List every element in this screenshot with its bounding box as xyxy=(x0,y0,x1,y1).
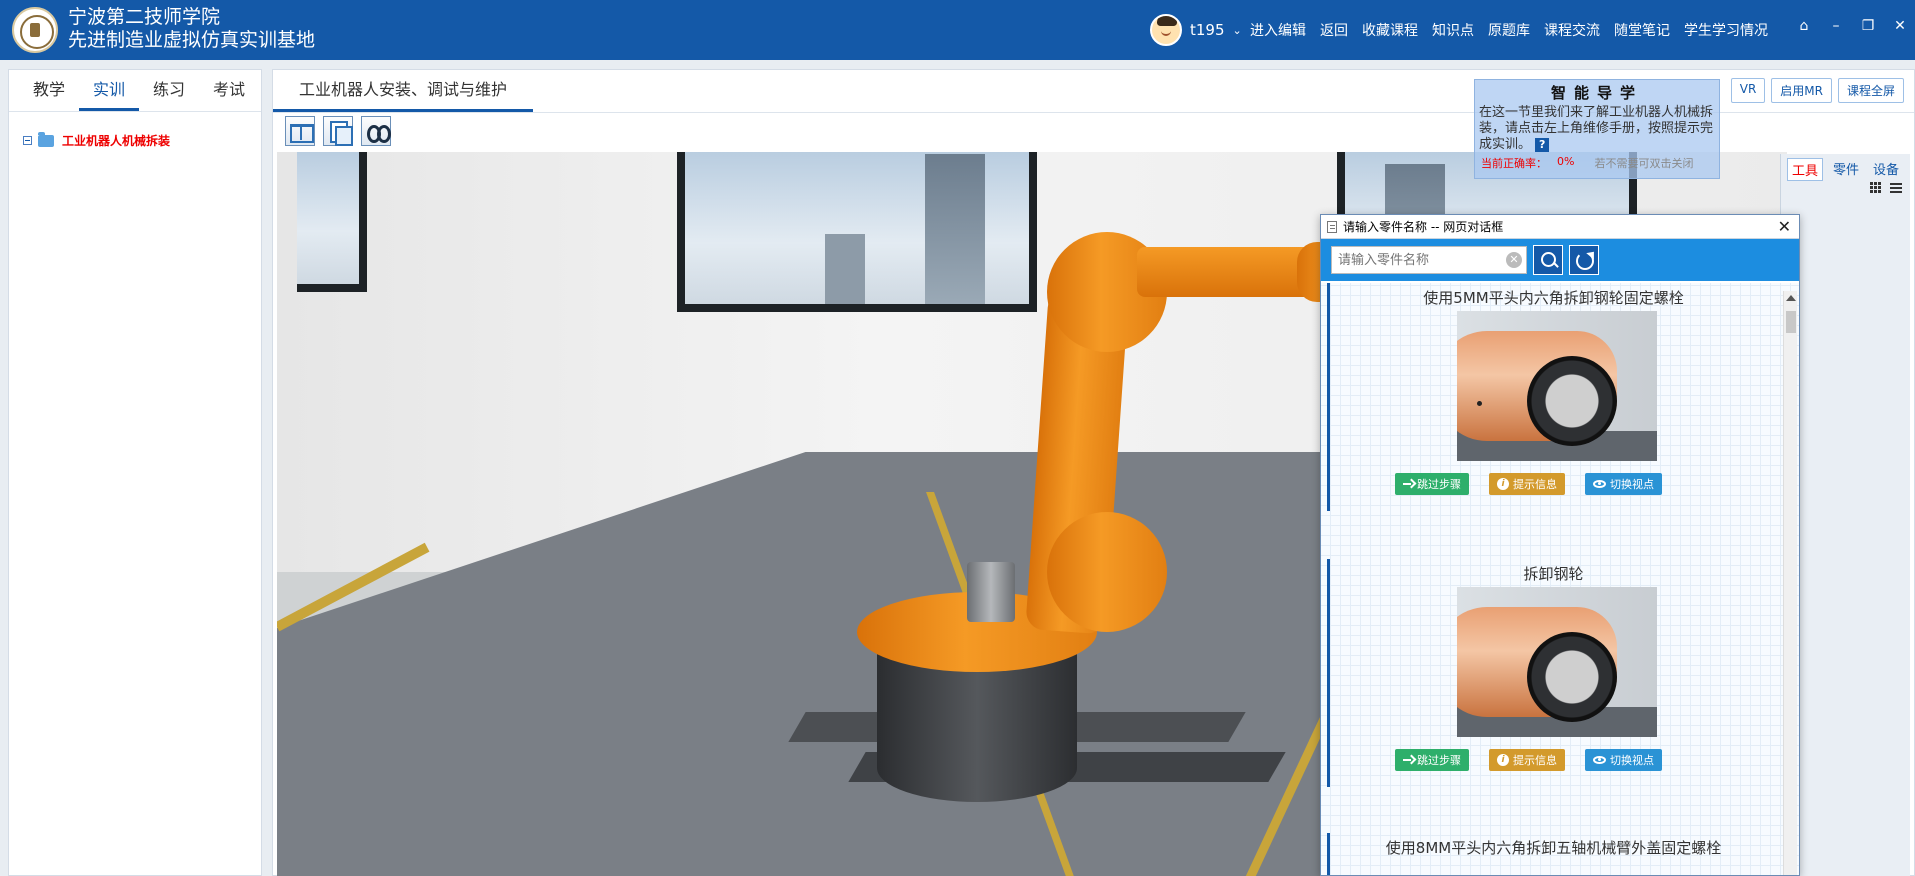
binoculars-icon[interactable] xyxy=(361,116,391,146)
base-name: 先进制造业虚拟仿真实训基地 xyxy=(68,29,316,51)
minimize-icon[interactable]: – xyxy=(1829,18,1843,34)
nav-question-bank[interactable]: 原题库 xyxy=(1488,20,1530,40)
refresh-icon[interactable] xyxy=(1569,245,1599,275)
side-tab-tools[interactable]: 工具 xyxy=(1787,158,1824,181)
school-logo xyxy=(12,7,58,53)
username: t195 xyxy=(1190,21,1225,39)
nav-back[interactable]: 返回 xyxy=(1320,20,1348,40)
guide-text: 在这一节里我们来了解工业机器人机械拆装，请点击左上角维修手册，按照提示完成实训。… xyxy=(1479,105,1714,152)
dialog-titlebar: 请输入零件名称 -- 网页对话框 ✕ xyxy=(1321,215,1799,239)
tab-training[interactable]: 实训 xyxy=(79,70,139,111)
step-item: 拆卸钢轮 跳过步骤 i 提示信息 切换视点 xyxy=(1327,559,1777,787)
switch-view-button[interactable]: 切换视点 xyxy=(1585,473,1662,495)
grid-view-icon[interactable] xyxy=(1870,182,1882,194)
mr-button[interactable]: 启用MR xyxy=(1771,78,1832,103)
step-item: 使用8MM平头内六角拆卸五轴机械臂外盖固定螺栓 xyxy=(1327,833,1777,875)
scroll-up-icon[interactable] xyxy=(1786,295,1796,301)
fullscreen-button[interactable]: 课程全屏 xyxy=(1837,78,1904,103)
accuracy-label: 当前正确率： xyxy=(1481,157,1547,170)
documents-icon[interactable] xyxy=(323,116,353,146)
avatar xyxy=(1150,14,1182,46)
close-tip: 若不需要可双击关闭 xyxy=(1594,157,1694,170)
guide-footer: 当前正确率： 0% 若不需要可双击关闭 xyxy=(1475,155,1719,171)
dialog-search-bar: ✕ xyxy=(1321,239,1799,281)
folder-icon xyxy=(38,131,54,147)
window-left xyxy=(297,152,367,292)
tree-item-label: 工业机器人机械拆装 xyxy=(62,134,171,148)
maximize-icon[interactable]: ❐ xyxy=(1861,18,1875,34)
top-nav: 进入编辑 返回 收藏课程 知识点 原题库 课程交流 随堂笔记 学生学习情况 xyxy=(1250,20,1768,40)
tab-practice[interactable]: 练习 xyxy=(139,70,199,111)
skip-step-button[interactable]: 跳过步骤 xyxy=(1395,473,1469,495)
app-header: 宁波第二技师学院 先进制造业虚拟仿真实训基地 t195 ⌄ 进入编辑 返回 收藏… xyxy=(0,0,1915,60)
school-name: 宁波第二技师学院 xyxy=(68,6,221,28)
dialog-title: 请输入零件名称 -- 网页对话框 xyxy=(1343,220,1504,234)
nav-notes[interactable]: 随堂笔记 xyxy=(1614,20,1670,40)
home-icon[interactable]: ⌂ xyxy=(1797,18,1811,34)
close-icon[interactable]: ✕ xyxy=(1778,217,1791,236)
info-icon: i xyxy=(1497,478,1509,490)
side-tabs: 工具 零件 设备 xyxy=(1781,154,1910,185)
tab-course-title[interactable]: 工业机器人安装、调试与维护 xyxy=(273,70,534,112)
search-box: ✕ xyxy=(1331,246,1527,274)
info-icon: i xyxy=(1497,754,1509,766)
clear-icon[interactable]: ✕ xyxy=(1506,252,1522,268)
step-title: 使用8MM平头内六角拆卸五轴机械臂外盖固定螺栓 xyxy=(1385,839,1722,857)
nav-knowledge[interactable]: 知识点 xyxy=(1432,20,1474,40)
tree-collapse-icon[interactable] xyxy=(23,136,32,145)
scroll-thumb[interactable] xyxy=(1786,311,1796,333)
user-menu[interactable]: t195 ⌄ xyxy=(1150,14,1242,46)
nav-course-forum[interactable]: 课程交流 xyxy=(1544,20,1600,40)
tab-exam[interactable]: 考试 xyxy=(199,70,259,111)
accuracy-value: 0% xyxy=(1557,155,1575,168)
toolbar xyxy=(285,116,391,146)
part-search-input[interactable] xyxy=(1332,247,1502,273)
tree-item-robot-disassembly[interactable]: 工业机器人机械拆装 xyxy=(9,112,261,149)
arrow-icon xyxy=(1403,755,1413,765)
arrow-icon xyxy=(1403,479,1413,489)
side-tab-equipment[interactable]: 设备 xyxy=(1869,158,1903,181)
left-panel: 教学 实训 练习 考试 工业机器人机械拆装 xyxy=(8,69,262,876)
guide-title: 智能导学 xyxy=(1550,84,1643,102)
window-controls: ⌂ – ❐ ✕ xyxy=(1797,18,1907,34)
window-center xyxy=(677,152,1037,312)
dialog-scrollbar[interactable] xyxy=(1783,291,1797,875)
nav-student-progress[interactable]: 学生学习情况 xyxy=(1684,20,1768,40)
hint-button[interactable]: i 提示信息 xyxy=(1489,473,1565,495)
close-icon[interactable]: ✕ xyxy=(1893,18,1907,34)
step-image xyxy=(1457,311,1657,461)
left-tabs: 教学 实训 练习 考试 xyxy=(9,70,261,112)
vr-button[interactable]: VR xyxy=(1730,78,1766,103)
nav-edit[interactable]: 进入编辑 xyxy=(1250,20,1306,40)
page-icon xyxy=(1327,220,1337,233)
side-tab-parts[interactable]: 零件 xyxy=(1829,158,1863,181)
list-view-icon[interactable] xyxy=(1890,182,1902,194)
steps-list: 使用5MM平头内六角拆卸钢轮固定螺栓 跳过步骤 i 提示信息 切换视点 拆卸钢轮… xyxy=(1321,283,1799,875)
manual-book-icon[interactable] xyxy=(285,116,315,146)
eye-icon xyxy=(1593,480,1606,488)
skip-step-button[interactable]: 跳过步骤 xyxy=(1395,749,1469,771)
hint-button[interactable]: i 提示信息 xyxy=(1489,749,1565,771)
part-search-dialog: 请输入零件名称 -- 网页对话框 ✕ ✕ 使用5MM平头内六角拆卸钢轮固定螺栓 … xyxy=(1320,214,1800,876)
eye-icon xyxy=(1593,756,1606,764)
step-image xyxy=(1457,587,1657,737)
smart-guide-panel[interactable]: 智能导学 在这一节里我们来了解工业机器人机械拆装，请点击左上角维修手册，按照提示… xyxy=(1474,79,1720,179)
robot-motor xyxy=(967,562,1015,622)
school-title: 宁波第二技师学院 先进制造业虚拟仿真实训基地 xyxy=(68,6,315,52)
step-title: 使用5MM平头内六角拆卸钢轮固定螺栓 xyxy=(1423,289,1684,307)
help-icon[interactable]: ? xyxy=(1535,138,1550,152)
search-icon[interactable] xyxy=(1533,245,1563,275)
nav-favorites[interactable]: 收藏课程 xyxy=(1362,20,1418,40)
step-item: 使用5MM平头内六角拆卸钢轮固定螺栓 跳过步骤 i 提示信息 切换视点 xyxy=(1327,283,1777,511)
switch-view-button[interactable]: 切换视点 xyxy=(1585,749,1662,771)
robot-joint-2 xyxy=(1047,512,1167,632)
step-title: 拆卸钢轮 xyxy=(1523,565,1584,583)
top-action-buttons: VR 启用MR 课程全屏 xyxy=(1730,78,1904,103)
chevron-down-icon: ⌄ xyxy=(1232,23,1242,37)
tab-teaching[interactable]: 教学 xyxy=(19,70,79,111)
